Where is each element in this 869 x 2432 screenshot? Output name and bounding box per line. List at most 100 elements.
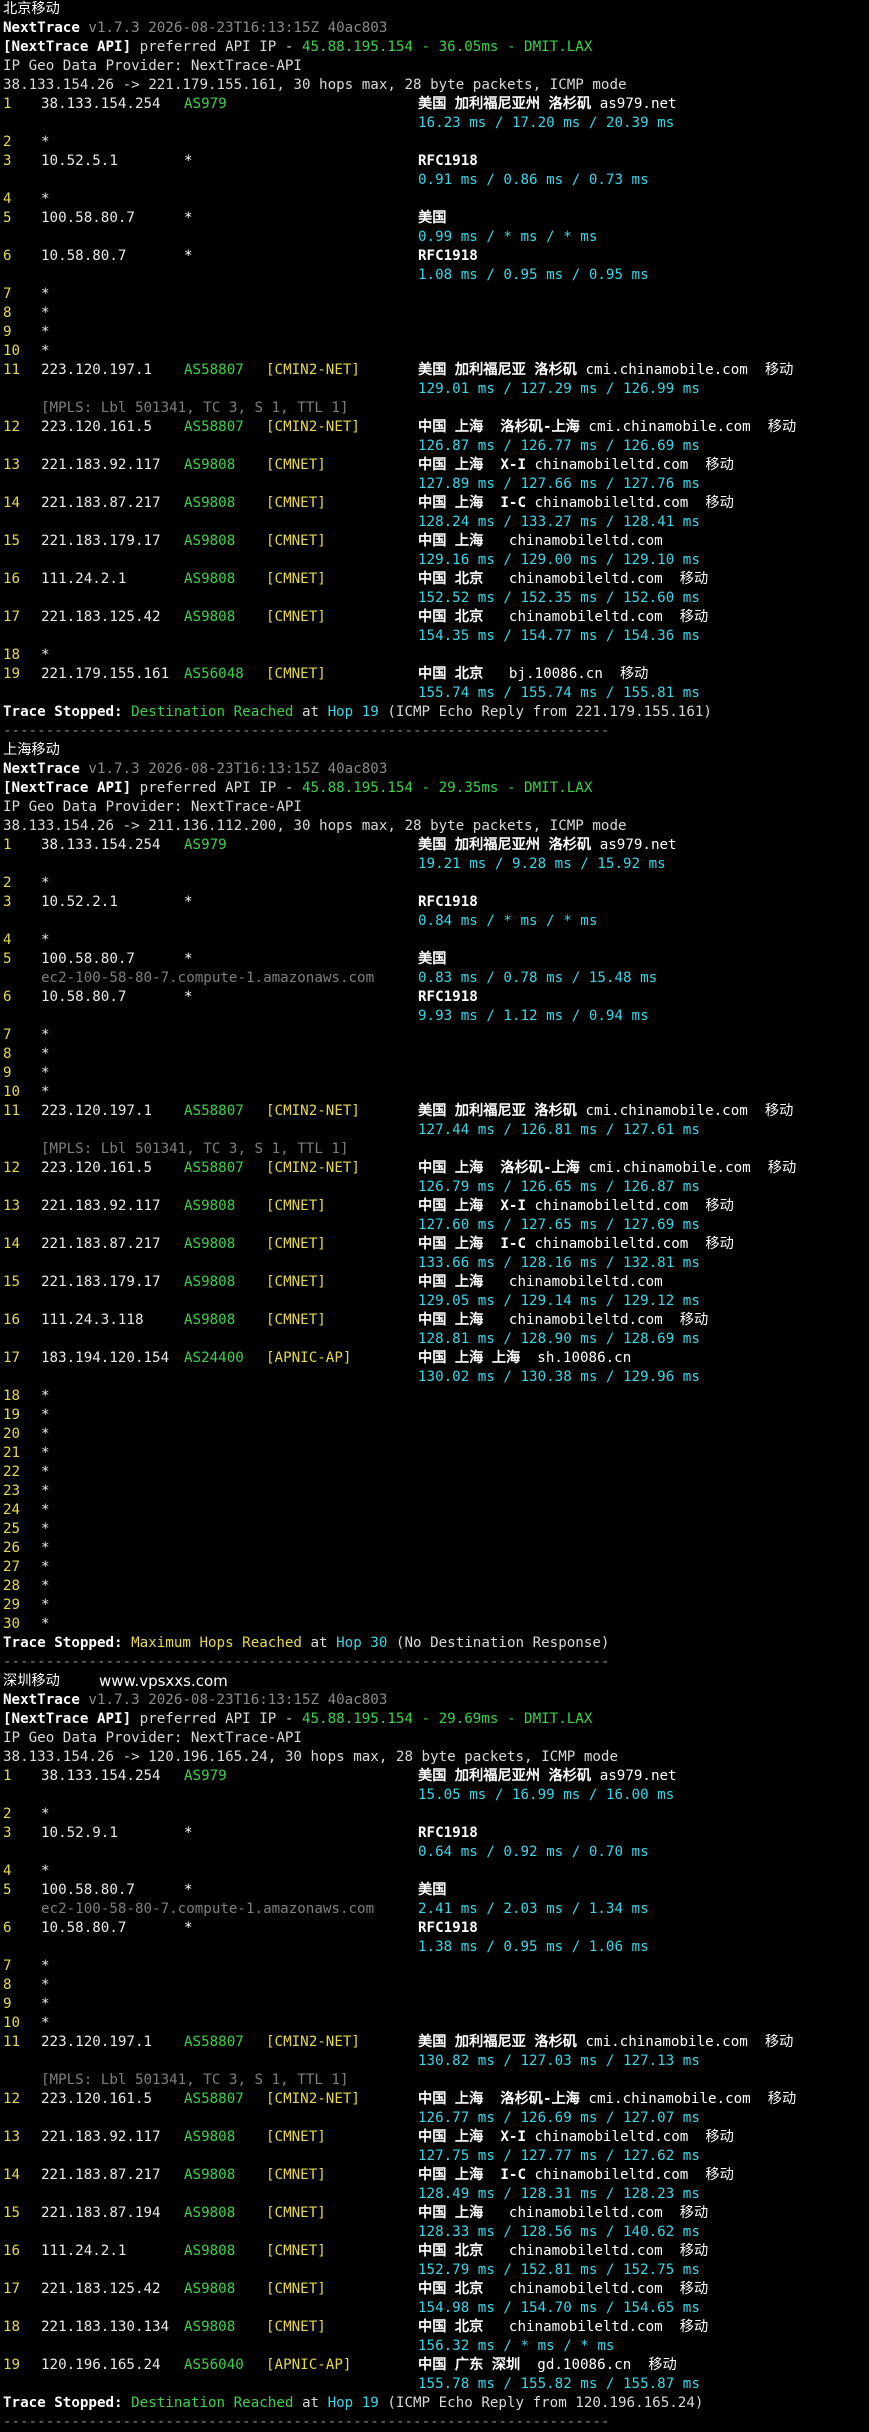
- hop-number: 11: [3, 2034, 21, 2050]
- hop-ip: 38.133.154.254: [41, 837, 161, 853]
- hop-latency-row: ec2-100-58-80-7.compute-1.amazonaws.com 2…: [3, 1900, 869, 1919]
- hop-number: 16: [3, 1312, 21, 1328]
- hop-number: 8: [3, 1046, 12, 1062]
- hop-latency: 154.98 ms / 154.70 ms / 154.65 ms: [418, 2300, 700, 2316]
- hop-hostname: chinamobileltd.com 移动: [534, 2129, 734, 2145]
- hop-geo: 中国 广东 深圳 gd.10086.cn 移动: [418, 2356, 677, 2375]
- hop-hostname: sh.10086.cn: [528, 1350, 632, 1366]
- hop-hostname: chinamobileltd.com 移动: [491, 609, 709, 625]
- hop-ip: 10.58.80.7: [41, 248, 127, 264]
- hop-ip: *: [41, 647, 50, 663]
- hop-number: 5: [3, 210, 12, 226]
- hop-latency-row: 127.44 ms / 126.81 ms / 127.61 ms: [3, 1121, 869, 1140]
- hop-latency-row: 155.78 ms / 155.82 ms / 155.87 ms: [3, 2375, 869, 2394]
- hop-ip: *: [41, 1578, 50, 1594]
- hop-number: 13: [3, 2129, 21, 2145]
- hop-ip: 221.183.179.17: [41, 1274, 161, 1290]
- trace-stop-detail: (No Destination Response): [387, 1635, 610, 1651]
- hop-number: 14: [3, 2167, 21, 2183]
- hop-geo-location: 中国 上海 I-C: [418, 2167, 526, 2183]
- hop-row: 6 10.58.80.7 * RFC1918: [3, 1919, 869, 1938]
- hop-asn: AS9808: [184, 2205, 236, 2221]
- hop-geo: 中国 上海 X-I chinamobileltd.com 移动: [418, 1197, 734, 1216]
- hop-geo: 中国 北京 chinamobileltd.com 移动: [418, 2280, 708, 2299]
- hop-latency-row: 152.79 ms / 152.81 ms / 152.75 ms: [3, 2261, 869, 2280]
- hop-geo-location: 中国 上海 洛杉矶-上海: [418, 1160, 580, 1176]
- hop-hostname: chinamobileltd.com 移动: [534, 1236, 734, 1252]
- hop-ip: 221.179.155.161: [41, 666, 170, 682]
- hop-geo-location: 中国 上海: [418, 1274, 484, 1290]
- hop-tag: [CMIN2-NET]: [266, 2034, 360, 2050]
- hop-hostname: cmi.chinamobile.com 移动: [585, 2034, 794, 2050]
- hop-row: 5 100.58.80.7 * 美国: [3, 209, 869, 228]
- hop-number: 15: [3, 1274, 21, 1290]
- hop-latency-row: ec2-100-58-80-7.compute-1.amazonaws.com 0…: [3, 969, 869, 988]
- hop-latency: 133.66 ms / 128.16 ms / 132.81 ms: [418, 1255, 700, 1271]
- hop-ip: 10.52.9.1: [41, 1825, 118, 1841]
- route-line: 38.133.154.26 -> 221.179.155.161, 30 hop…: [3, 76, 869, 95]
- hop-number: 29: [3, 1597, 21, 1613]
- version-line: NextTrace v1.7.3 2026-08-23T16:13:15Z 40…: [3, 19, 869, 38]
- hop-hostname: cmi.chinamobile.com 移动: [585, 362, 794, 378]
- hop-row: 19 120.196.165.24 AS56040 [APNIC-AP] 中国 广东 深…: [3, 2356, 869, 2375]
- hop-ip: *: [41, 286, 50, 302]
- hop-ip: 10.52.2.1: [41, 894, 118, 910]
- hop-latency: 1.08 ms / 0.95 ms / 0.95 ms: [418, 267, 649, 283]
- hop-row: 3 10.52.9.1 * RFC1918: [3, 1824, 869, 1843]
- hop-asn: AS58807: [184, 1103, 244, 1119]
- hop-geo: 美国: [418, 209, 446, 228]
- hop-row: 12 223.120.161.5 AS58807 [CMIN2-NET] 中国 上海 洛…: [3, 1159, 869, 1178]
- hop-hostname: chinamobileltd.com 移动: [491, 2243, 709, 2259]
- hop-geo: 中国 北京 chinamobileltd.com 移动: [418, 608, 708, 627]
- hop-geo: 中国 上海 chinamobileltd.com 移动: [418, 1311, 708, 1330]
- hop-number: 10: [3, 343, 21, 359]
- hop-row: 10 *: [3, 2014, 869, 2033]
- hop-geo-location: RFC1918: [418, 1825, 478, 1841]
- trace-stop-status: Destination Reached: [131, 704, 294, 720]
- hop-hostname: as979.net: [599, 96, 677, 112]
- tool-name: NextTrace: [3, 1692, 80, 1708]
- hop-geo-location: 中国 上海 I-C: [418, 495, 526, 511]
- api-label: preferred API IP -: [131, 780, 302, 796]
- hop-latency-row: 126.77 ms / 126.69 ms / 127.07 ms: [3, 2109, 869, 2128]
- geo-provider: IP Geo Data Provider: NextTrace-API: [3, 799, 302, 815]
- hop-latency-row: 9.93 ms / 1.12 ms / 0.94 ms: [3, 1007, 869, 1026]
- hop-geo: 美国 加利福尼亚 洛杉矶 cmi.chinamobile.com 移动: [418, 1102, 793, 1121]
- hop-asn: AS9808: [184, 2281, 236, 2297]
- terminal-output: 北京移动 NextTrace v1.7.3 2026-08-23T16:13:15…: [0, 0, 869, 2432]
- hop-geo: 美国: [418, 1881, 446, 1900]
- hop-ip: *: [41, 932, 50, 948]
- hop-number: 26: [3, 1540, 21, 1556]
- hop-row: 12 223.120.161.5 AS58807 [CMIN2-NET] 中国 上海 洛…: [3, 2090, 869, 2109]
- hop-geo: 美国 加利福尼亚 洛杉矶 cmi.chinamobile.com 移动: [418, 2033, 793, 2052]
- hop-number: 15: [3, 2205, 21, 2221]
- hop-geo: 中国 上海 X-I chinamobileltd.com 移动: [418, 456, 734, 475]
- hop-geo: 中国 上海 I-C chinamobileltd.com 移动: [418, 2166, 734, 2185]
- trace-status-line: Trace Stopped: Destination Reached at Ho…: [3, 2394, 869, 2413]
- hop-geo-location: 美国 加利福尼亚 洛杉矶: [418, 362, 577, 378]
- hop-rdns: ec2-100-58-80-7.compute-1.amazonaws.com: [41, 1901, 375, 1917]
- hop-hostname: chinamobileltd.com 移动: [491, 2281, 709, 2297]
- hop-latency-row: 15.05 ms / 16.99 ms / 16.00 ms: [3, 1786, 869, 1805]
- location-title: 深圳移动: [3, 1673, 60, 1689]
- hop-latency-row: 16.23 ms / 17.20 ms / 20.39 ms: [3, 114, 869, 133]
- trace-status-line: Trace Stopped: Maximum Hops Reached at H…: [3, 1634, 869, 1653]
- hop-latency: 128.81 ms / 128.90 ms / 128.69 ms: [418, 1331, 700, 1347]
- hop-number: 7: [3, 1027, 12, 1043]
- hop-ip: 111.24.2.1: [41, 571, 127, 587]
- hop-latency: 130.82 ms / 127.03 ms / 127.13 ms: [418, 2053, 700, 2069]
- hop-geo-location: 中国 北京: [418, 666, 484, 682]
- hop-geo-location: RFC1918: [418, 1920, 478, 1936]
- hop-geo: 中国 上海 X-I chinamobileltd.com 移动: [418, 2128, 734, 2147]
- hop-row: 9 *: [3, 323, 869, 342]
- hop-geo-location: 中国 上海 X-I: [418, 457, 526, 473]
- hop-latency-row: 129.16 ms / 129.00 ms / 129.10 ms: [3, 551, 869, 570]
- hop-geo-location: 美国: [418, 951, 447, 967]
- hop-row: 4 *: [3, 1862, 869, 1881]
- hop-number: 11: [3, 362, 21, 378]
- hop-number: 17: [3, 1350, 21, 1366]
- hop-number: 3: [3, 1825, 12, 1841]
- geo-provider-line: IP Geo Data Provider: NextTrace-API: [3, 1729, 869, 1748]
- hop-geo-location: 美国 加利福尼亚 洛杉矶: [418, 1103, 577, 1119]
- hop-latency-row: 126.87 ms / 126.77 ms / 126.69 ms: [3, 437, 869, 456]
